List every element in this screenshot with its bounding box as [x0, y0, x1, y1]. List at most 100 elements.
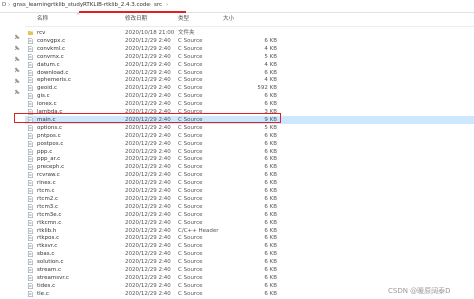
file-name: options.c: [37, 124, 63, 131]
file-row[interactable]: postpos.c 2020/12/29 2:40 C Source 6 KB: [25, 140, 474, 148]
c-file-icon: [28, 69, 33, 76]
pin-icon[interactable]: [14, 78, 20, 84]
file-size: 6 KB: [264, 267, 277, 273]
file-row[interactable]: convgpx.c 2020/12/29 2:40 C Source 6 KB: [25, 37, 474, 45]
file-type: C Source: [178, 45, 203, 52]
file-size: 6 KB: [264, 243, 277, 250]
address-bar[interactable]: D › gnss_learning › rtklib_study › RTKLI…: [0, 0, 474, 13]
pin-icon[interactable]: [14, 45, 20, 51]
file-row[interactable]: rtkcmn.c 2020/12/29 2:40 C Source 6 KB: [25, 219, 474, 227]
file-row[interactable]: rtcm3.c 2020/12/29 2:40 C Source 6 KB: [25, 203, 474, 211]
file-row[interactable]: download.c 2020/12/29 2:40 C Source 6 KB: [25, 69, 474, 77]
breadcrumb-separator-icon: ›: [46, 2, 49, 8]
file-type: C Source: [178, 251, 203, 258]
file-row[interactable]: solution.c 2020/12/29 2:40 C Source 6 KB: [25, 258, 474, 266]
file-type: C Source: [178, 180, 203, 187]
file-date: 2020/12/29 2:40: [125, 195, 171, 202]
file-row[interactable]: ephemeris.c 2020/12/29 2:40 C Source 4 KB: [25, 76, 474, 84]
file-date: 2020/12/29 2:40: [125, 93, 171, 100]
file-row[interactable]: rtcm2.c 2020/12/29 2:40 C Source 6 KB: [25, 195, 474, 203]
file-date: 2020/10/18 21:00: [125, 30, 175, 36]
file-size: 6 KB: [264, 290, 277, 297]
quick-access-pane: [0, 13, 22, 299]
c-file-icon: [28, 195, 33, 202]
file-size: 4 KB: [264, 45, 277, 52]
c-file-icon: [28, 164, 33, 171]
main-c-highlight-box: [14, 113, 281, 123]
file-row[interactable]: ionex.c 2020/12/29 2:40 C Source 6 KB: [25, 100, 474, 108]
file-type: C Source: [178, 148, 203, 155]
file-row[interactable]: geoid.c 2020/12/29 2:40 C Source 592 KB: [25, 84, 474, 92]
file-type: C Source: [178, 140, 203, 147]
file-row[interactable]: convrnx.c 2020/12/29 2:40 C Source 5 KB: [25, 53, 474, 61]
file-row[interactable]: sbas.c 2020/12/29 2:40 C Source 6 KB: [25, 250, 474, 258]
c-file-icon: [28, 45, 33, 52]
c-file-icon: [28, 124, 33, 131]
breadcrumb-separator-icon: ›: [166, 2, 169, 8]
file-size: 6 KB: [264, 180, 277, 187]
file-type: C Source: [178, 132, 203, 139]
file-row[interactable]: streamsvr.c 2020/12/29 2:40 C Source 6 KB: [25, 274, 474, 282]
file-name: rcvraw.c: [37, 172, 60, 179]
file-row[interactable]: rtksvr.c 2020/12/29 2:40 C Source 6 KB: [25, 242, 474, 250]
file-row[interactable]: rtcm.c 2020/12/29 2:40 C Source 6 KB: [25, 187, 474, 195]
file-row[interactable]: rcvraw.c 2020/12/29 2:40 C Source 6 KB: [25, 171, 474, 179]
file-name: rcv: [37, 30, 46, 36]
file-size: 6 KB: [264, 227, 277, 234]
file-size: 6 KB: [264, 172, 277, 179]
file-type: C Source: [178, 195, 203, 202]
file-type: C Source: [178, 259, 203, 266]
breadcrumb-rtklib-code[interactable]: RTKLIB-rtklib_2.4.3.code: [83, 2, 150, 9]
file-type: C Source: [178, 101, 203, 108]
pin-icon[interactable]: [14, 89, 20, 95]
file-name: ppp_ar.c: [37, 156, 61, 163]
file-row[interactable]: rcv 2020/10/18 21:00 文件夹: [25, 29, 474, 37]
file-name: stream.c: [37, 267, 62, 273]
pin-icon[interactable]: [14, 56, 20, 62]
file-row[interactable]: stream.c 2020/12/29 2:40 C Source 6 KB: [25, 266, 474, 274]
file-type: C Source: [178, 53, 203, 60]
file-type: C Source: [178, 124, 203, 131]
file-size: 6 KB: [264, 69, 277, 76]
c-file-icon: [28, 180, 33, 187]
file-row[interactable]: rinex.c 2020/12/29 2:40 C Source 6 KB: [25, 179, 474, 187]
file-name: pntpos.c: [37, 132, 61, 139]
file-size: 6 KB: [264, 93, 277, 100]
file-name: rtklib.h: [37, 227, 57, 234]
file-date: 2020/12/29 2:40: [125, 243, 171, 250]
file-row[interactable]: preceph.c 2020/12/29 2:40 C Source 6 KB: [25, 163, 474, 171]
c-file-icon: [28, 203, 33, 210]
file-date: 2020/12/29 2:40: [125, 77, 171, 84]
file-size: 5 KB: [264, 53, 277, 60]
column-header-type[interactable]: 类型: [178, 15, 189, 24]
file-name: rinex.c: [37, 180, 56, 187]
file-size: 5 KB: [264, 124, 277, 131]
breadcrumb-separator-icon: ›: [78, 2, 81, 8]
file-name: solution.c: [37, 259, 64, 266]
file-row[interactable]: datum.c 2020/12/29 2:40 C Source 4 KB: [25, 61, 474, 69]
c-file-icon: [28, 53, 33, 60]
file-row[interactable]: rtcm3e.c 2020/12/29 2:40 C Source 6 KB: [25, 211, 474, 219]
file-size: 6 KB: [264, 259, 277, 266]
file-row[interactable]: options.c 2020/12/29 2:40 C Source 5 KB: [25, 124, 474, 132]
file-row[interactable]: gis.c 2020/12/29 2:40 C Source 6 KB: [25, 92, 474, 100]
file-date: 2020/12/29 2:40: [125, 148, 171, 155]
column-header-date[interactable]: 修改日期: [125, 15, 147, 24]
file-type: C/C++ Header: [178, 227, 219, 234]
breadcrumb-src[interactable]: src: [154, 2, 162, 9]
file-row[interactable]: pntpos.c 2020/12/29 2:40 C Source 6 KB: [25, 132, 474, 140]
pin-icon[interactable]: [14, 34, 20, 40]
file-row[interactable]: ppp_ar.c 2020/12/29 2:40 C Source 6 KB: [25, 155, 474, 163]
file-date: 2020/12/29 2:40: [125, 259, 171, 266]
file-name: convgpx.c: [37, 37, 66, 44]
drive-label: D: [2, 2, 7, 8]
file-size: 6 KB: [264, 274, 277, 281]
column-header-size[interactable]: 大小: [223, 15, 234, 24]
pin-icon[interactable]: [14, 67, 20, 73]
column-header-name[interactable]: 名称: [37, 15, 48, 24]
file-row[interactable]: ppp.c 2020/12/29 2:40 C Source 6 KB: [25, 148, 474, 156]
file-row[interactable]: rtklib.h 2020/12/29 2:40 C/C++ Header 6 KB: [25, 227, 474, 235]
file-row[interactable]: convkml.c 2020/12/29 2:40 C Source 4 KB: [25, 45, 474, 53]
c-file-icon: [28, 274, 33, 281]
file-row[interactable]: rtkpos.c 2020/12/29 2:40 C Source 6 KB: [25, 234, 474, 242]
